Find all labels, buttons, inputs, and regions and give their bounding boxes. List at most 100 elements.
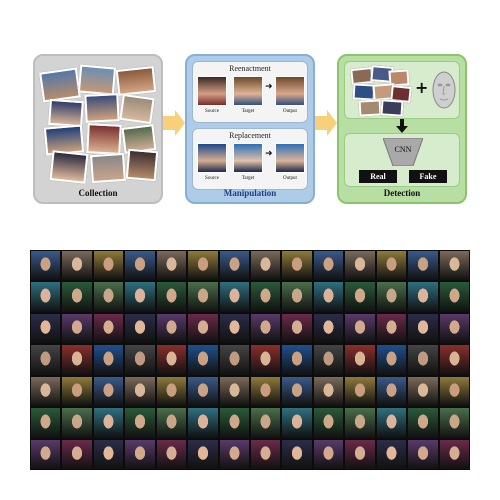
video-frame bbox=[61, 438, 93, 470]
video-frame bbox=[250, 312, 282, 345]
video-frame bbox=[124, 281, 156, 313]
collection-photo bbox=[84, 93, 120, 123]
video-frame bbox=[407, 344, 439, 376]
video-frame bbox=[92, 407, 125, 439]
video-frame bbox=[124, 407, 156, 439]
collection-photo bbox=[358, 99, 382, 117]
source-face bbox=[197, 143, 227, 173]
video-frame bbox=[187, 312, 219, 345]
video-frame bbox=[187, 407, 219, 439]
collection-photo bbox=[48, 98, 84, 128]
video-frame bbox=[407, 438, 439, 470]
target-face bbox=[233, 76, 263, 106]
video-frame bbox=[407, 281, 439, 313]
video-frame bbox=[407, 250, 439, 282]
video-frame bbox=[250, 375, 282, 408]
video-frame bbox=[155, 375, 188, 408]
video-frame bbox=[218, 281, 250, 313]
video-frame bbox=[281, 438, 313, 470]
video-frame bbox=[187, 250, 219, 282]
video-frame bbox=[61, 281, 93, 313]
collection-photo bbox=[380, 99, 404, 117]
video-frame bbox=[438, 250, 470, 282]
video-frame bbox=[155, 312, 188, 345]
video-frame bbox=[438, 407, 470, 439]
video-frame bbox=[92, 438, 125, 470]
video-frame bbox=[218, 438, 250, 470]
video-frame bbox=[30, 250, 62, 282]
video-frame bbox=[124, 438, 156, 470]
target-face bbox=[233, 143, 263, 173]
video-frame bbox=[438, 312, 470, 345]
face-mesh-icon bbox=[431, 68, 457, 112]
target-label: Target bbox=[241, 176, 255, 181]
video-frame bbox=[250, 344, 282, 376]
video-frame bbox=[375, 281, 408, 313]
manipulation-panel: Reenactment ➜ Source Target Output Repla… bbox=[185, 54, 315, 204]
video-frame bbox=[344, 281, 376, 313]
video-frame bbox=[218, 312, 250, 345]
video-frame bbox=[312, 438, 345, 470]
video-frame bbox=[344, 375, 376, 408]
video-frame bbox=[375, 344, 408, 376]
fake-label: Fake bbox=[409, 170, 447, 183]
collection-photo bbox=[125, 148, 159, 182]
pipeline-diagram: Collection Reenactment ➜ Source Target O… bbox=[0, 0, 500, 230]
arrow-right-icon bbox=[163, 110, 185, 136]
video-frame-mosaic bbox=[30, 250, 470, 470]
collection-photo bbox=[86, 123, 122, 155]
video-frame bbox=[30, 281, 62, 313]
video-frame bbox=[218, 407, 250, 439]
video-frame bbox=[124, 312, 156, 345]
real-label: Real bbox=[359, 170, 397, 183]
video-frame bbox=[281, 281, 313, 313]
cnn-block: CNN bbox=[382, 137, 424, 167]
video-frame bbox=[438, 344, 470, 376]
video-frame bbox=[124, 344, 156, 376]
video-frame bbox=[312, 344, 345, 376]
video-frame bbox=[124, 250, 156, 282]
output-face bbox=[275, 143, 305, 173]
reenactment-title: Reenactment bbox=[229, 64, 271, 73]
video-frame bbox=[92, 281, 125, 313]
video-frame bbox=[344, 438, 376, 470]
output-label: Output bbox=[283, 109, 297, 114]
source-label: Source bbox=[205, 176, 219, 181]
video-frame bbox=[92, 344, 125, 376]
collection-title: Collection bbox=[78, 188, 118, 198]
video-frame bbox=[155, 344, 188, 376]
video-frame bbox=[92, 375, 125, 408]
video-frame bbox=[281, 250, 313, 282]
collection-photo bbox=[90, 152, 126, 184]
video-frame bbox=[187, 438, 219, 470]
target-label: Target bbox=[241, 109, 255, 114]
video-frame bbox=[124, 375, 156, 408]
output-label: Output bbox=[283, 176, 297, 181]
video-frame bbox=[61, 344, 93, 376]
reenactment-box: Reenactment ➜ Source Target Output bbox=[192, 61, 308, 123]
source-face bbox=[197, 76, 227, 106]
video-frame bbox=[344, 344, 376, 376]
replacement-box: Replacement ➜ Source Target Output bbox=[192, 128, 308, 190]
video-frame bbox=[407, 407, 439, 439]
video-frame bbox=[407, 375, 439, 408]
collection-photo bbox=[49, 150, 89, 184]
video-frame bbox=[92, 250, 125, 282]
video-frame bbox=[407, 312, 439, 345]
arrow-down-icon bbox=[396, 119, 408, 133]
video-frame bbox=[250, 407, 282, 439]
video-frame bbox=[438, 438, 470, 470]
video-frame bbox=[155, 438, 188, 470]
video-frame bbox=[218, 250, 250, 282]
video-frame bbox=[218, 344, 250, 376]
video-frame bbox=[187, 375, 219, 408]
collection-photo bbox=[39, 67, 81, 103]
video-frame bbox=[438, 375, 470, 408]
video-frame bbox=[250, 438, 282, 470]
video-frame bbox=[155, 407, 188, 439]
video-frame bbox=[61, 250, 93, 282]
video-frame bbox=[312, 312, 345, 345]
video-frame bbox=[218, 375, 250, 408]
video-frame bbox=[61, 312, 93, 345]
video-frame bbox=[312, 407, 345, 439]
